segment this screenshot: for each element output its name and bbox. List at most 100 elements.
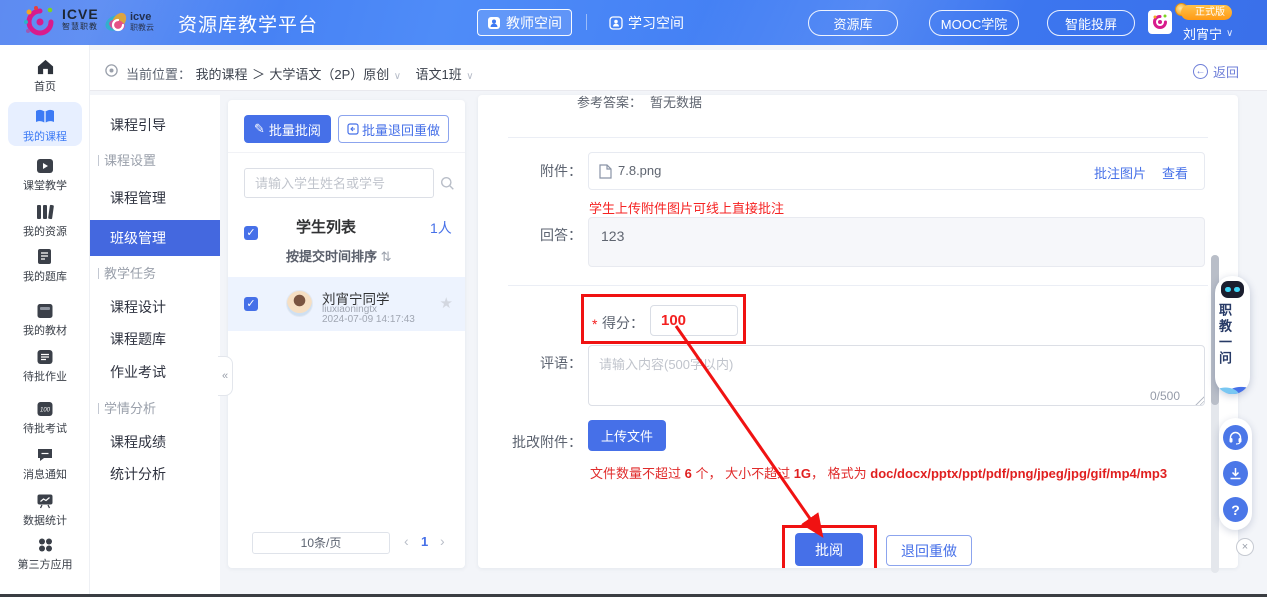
chevron-down-icon: ∨ [1226, 28, 1233, 39]
batch-return-redo-button[interactable]: 批量退回重做 [338, 115, 449, 143]
attachment-label: 附件： [502, 161, 582, 181]
required-mark: * [592, 316, 597, 332]
brand-primary-subtitle: 智慧职教 [62, 21, 99, 32]
upload-file-button[interactable]: 上传文件 [588, 420, 666, 451]
sidebar-item-label: 我的教材 [0, 322, 90, 338]
comment-textarea[interactable] [588, 345, 1205, 406]
pagination-next-button[interactable]: › [440, 533, 445, 549]
download-button[interactable] [1223, 461, 1248, 486]
annotate-image-link[interactable]: 批注图片 [1094, 163, 1146, 182]
view-link[interactable]: 查看 [1162, 163, 1188, 182]
course-menu-item-course-question-bank[interactable]: 课程题库 [90, 324, 220, 354]
pill-resource-library-label: 资源库 [833, 14, 872, 33]
star-icon[interactable]: ★ [440, 294, 453, 312]
teacher-space-icon [487, 16, 501, 30]
sidebar-item-label: 我的题库 [0, 268, 90, 284]
attachment-note: 学生上传附件图片可线上直接批注 [589, 198, 784, 217]
student-list-panel: ✎ 批量批阅 批量退回重做 ✓ 学生列表 1人 按提交时间排序 ⇅ ✓ [228, 100, 465, 568]
sort-by-submit-time[interactable]: 按提交时间排序 ⇅ [286, 246, 392, 265]
panel-divider [228, 152, 465, 153]
sidebar-item-classroom-teaching[interactable]: 课堂教学 [0, 157, 90, 193]
pill-smart-casting[interactable]: 智能投屏 [1047, 10, 1135, 36]
search-icon[interactable] [440, 176, 455, 191]
course-menu-item-course-grades[interactable]: 课程成绩 [90, 427, 220, 457]
sidebar-item-data-statistics[interactable]: 数据统计 [0, 492, 90, 528]
learning-space-icon [609, 16, 623, 30]
student-search-input[interactable] [244, 168, 434, 198]
batch-review-button[interactable]: ✎ 批量批阅 [244, 115, 331, 143]
course-menu-item-class-management[interactable]: 班级管理 [90, 220, 220, 256]
assistant-widget[interactable]: 职教一问 [1215, 276, 1250, 394]
hint-text: ， 格式为 [811, 466, 870, 481]
back-button[interactable]: ← 返回 [1193, 62, 1239, 81]
svg-text:100: 100 [40, 407, 51, 413]
icve-logo [22, 4, 58, 40]
breadcrumb-root[interactable]: 我的课程 [195, 67, 247, 82]
course-menu-section-settings: 课程设置 [90, 150, 220, 169]
section-divider [508, 285, 1208, 286]
sidebar-item-label: 课堂教学 [0, 177, 90, 193]
tab-learning-space[interactable]: 学习空间 [600, 9, 693, 36]
review-submit-button[interactable]: 批阅 [795, 533, 863, 566]
course-menu-item-statistical-analysis[interactable]: 统计分析 [90, 459, 220, 489]
sidebar-collapse-button[interactable]: « [218, 356, 233, 396]
sidebar-item-my-textbooks[interactable]: 我的教材 [0, 302, 90, 338]
sort-label: 按提交时间排序 [286, 249, 377, 264]
pagination-prev-button[interactable]: ‹ [404, 533, 409, 549]
open-book-icon [35, 108, 55, 125]
platform-title: 资源库教学平台 [178, 10, 318, 37]
pill-mooc-academy-label: MOOC学院 [941, 14, 1007, 33]
play-video-icon [36, 158, 54, 174]
attachment-file-box: 7.8.png 批注图片 查看 [588, 152, 1205, 190]
file-icon [599, 164, 612, 179]
review-panel: 参考答案： 暂无数据 附件： 7.8.png 批注图片 查看 学生上传附件图片可… [478, 95, 1238, 568]
user-menu[interactable]: 刘宵宁 ∨ [1183, 24, 1233, 43]
sidebar-item-pending-homework[interactable]: 待批作业 [0, 348, 90, 384]
customer-service-button[interactable] [1223, 425, 1248, 450]
score-input[interactable] [650, 305, 738, 336]
sidebar-item-pending-exams[interactable]: 100 待批考试 [0, 400, 90, 436]
question-bank-icon [36, 248, 54, 265]
tab-learning-space-label: 学习空间 [628, 13, 684, 33]
help-button[interactable]: ? [1223, 497, 1248, 522]
course-menu-item-course-design[interactable]: 课程设计 [90, 292, 220, 322]
student-checkbox[interactable]: ✓ [244, 297, 258, 311]
student-submit-time: 2024-07-09 14:17:43 [322, 314, 415, 325]
attachment-file-name[interactable]: 7.8.png [618, 163, 661, 178]
course-menu-item-course-management[interactable]: 课程管理 [90, 183, 220, 213]
sidebar-item-notifications[interactable]: 消息通知 [0, 446, 90, 482]
sidebar-item-third-party-apps[interactable]: 第三方应用 [0, 536, 90, 572]
sidebar-item-label: 第三方应用 [0, 556, 90, 572]
main-sidebar: 首页 我的课程 课堂教学 我的资源 [0, 45, 90, 594]
sidebar-item-label: 我的课程 [0, 128, 90, 144]
pagination-current-page[interactable]: 1 [421, 534, 428, 549]
tab-teacher-space[interactable]: 教师空间 [477, 9, 572, 36]
app-window: ICVE 智慧职教 icve 职教云 资源库教学平台 教师空间 [0, 0, 1267, 602]
section-divider [508, 137, 1208, 138]
exam-score-icon: 100 [36, 401, 54, 417]
location-pin-icon [104, 63, 119, 78]
student-row[interactable]: ✓ 刘宵宁同学 liuxiaoningtx 2024-07-09 14:17:4… [228, 277, 465, 331]
pill-mooc-academy[interactable]: MOOC学院 [929, 10, 1019, 36]
hint-text: 文件数量不超过 [590, 466, 685, 481]
page-size-select[interactable]: 10条/页 [252, 532, 390, 554]
breadcrumb-course-dropdown[interactable]: 大学语文（2P）原创 [269, 67, 389, 82]
wave-decoration [1215, 381, 1250, 394]
review-submit-label: 批阅 [815, 540, 843, 560]
sidebar-item-my-courses[interactable]: 我的课程 [0, 108, 90, 144]
download-icon [1229, 467, 1242, 480]
close-toolbar-button[interactable]: × [1236, 538, 1254, 556]
pill-resource-library[interactable]: 资源库 [808, 10, 898, 36]
close-icon: × [1242, 541, 1248, 553]
course-menu-item-homework-exam[interactable]: 作业考试 [90, 357, 220, 387]
user-avatar[interactable] [1148, 10, 1172, 34]
sidebar-item-my-question-bank[interactable]: 我的题库 [0, 248, 90, 284]
sidebar-item-my-resources[interactable]: 我的资源 [0, 203, 90, 239]
return-redo-button[interactable]: 退回重做 [886, 535, 972, 566]
floating-toolbar: ? [1219, 418, 1252, 530]
course-menu-item-guide[interactable]: 课程引导 [90, 110, 220, 140]
icve-cloud-logo [102, 7, 132, 37]
select-all-checkbox[interactable]: ✓ [244, 226, 258, 240]
breadcrumb-class-dropdown[interactable]: 语文1班 [416, 67, 462, 82]
sidebar-item-home[interactable]: 首页 [0, 58, 90, 94]
